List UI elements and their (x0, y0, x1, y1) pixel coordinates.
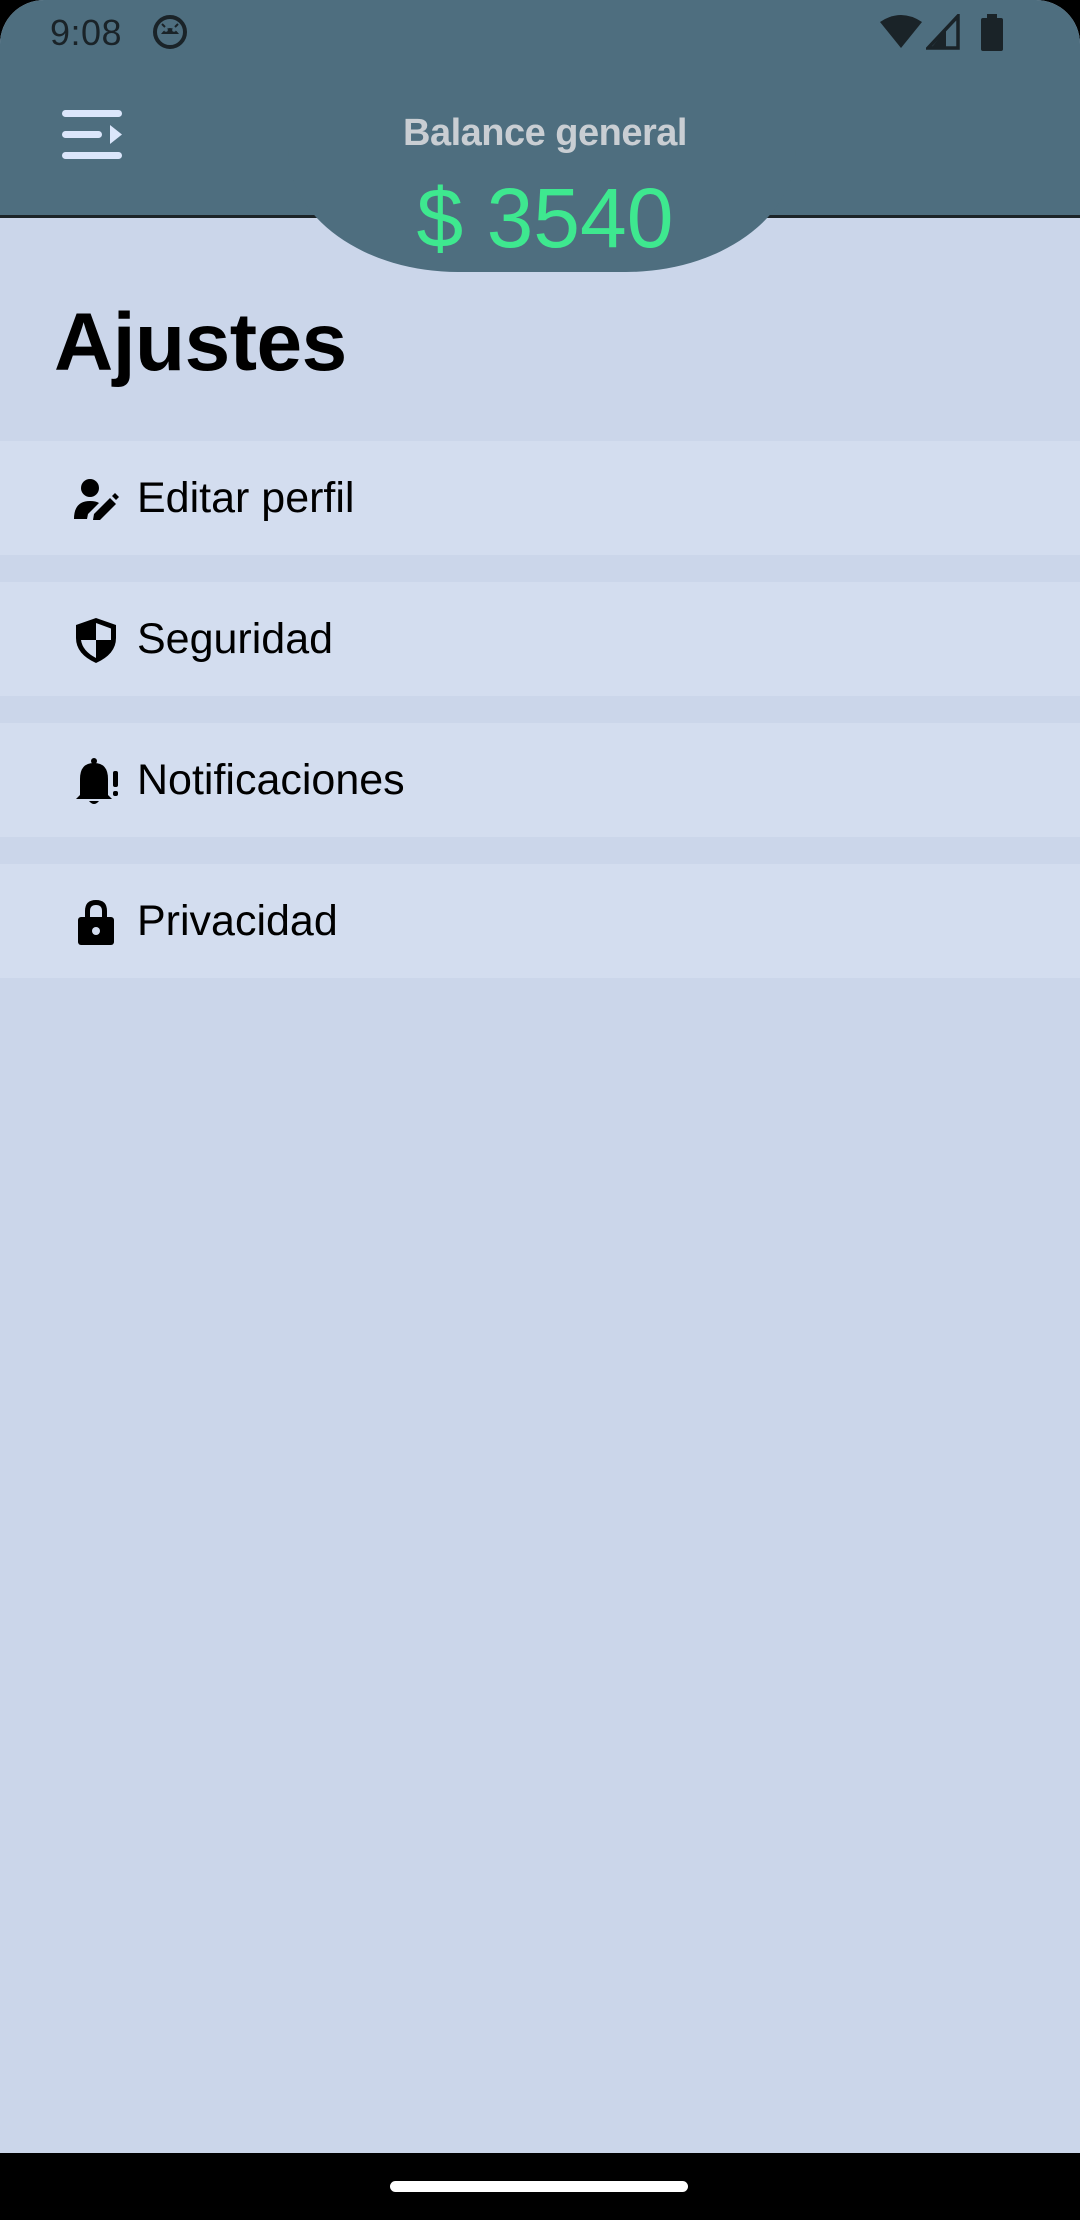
settings-item-security[interactable]: Seguridad (0, 582, 1080, 696)
settings-item-privacy[interactable]: Privacidad (0, 864, 1080, 978)
balance-amount: $ 3540 (416, 171, 674, 265)
settings-item-label: Seguridad (137, 615, 334, 663)
app-screen: 9:08 Balance general $ 3540 Ajustes Edit… (0, 0, 1080, 2220)
status-time: 9:08 (50, 12, 123, 53)
cell-signal-icon (923, 11, 960, 50)
bell-alert-icon (72, 757, 120, 805)
settings-item-notifications[interactable]: Notificaciones (0, 723, 1080, 837)
balance-label: Balance general (403, 112, 687, 154)
home-indicator[interactable] (390, 2181, 688, 2192)
settings-item-label: Privacidad (137, 897, 338, 945)
settings-list: Editar perfil Seguridad Notificaciones P… (0, 441, 1080, 1005)
wifi-icon (880, 14, 922, 50)
page-title: Ajustes (54, 297, 347, 388)
status-bar: 9:08 (0, 0, 1080, 64)
settings-item-label: Notificaciones (137, 756, 405, 804)
settings-item-edit-profile[interactable]: Editar perfil (0, 441, 1080, 555)
settings-item-label: Editar perfil (137, 474, 355, 522)
shield-icon (72, 616, 120, 664)
person-edit-icon (72, 475, 120, 523)
lock-icon (72, 898, 120, 946)
battery-icon (980, 14, 1004, 52)
android-face-icon (152, 14, 188, 50)
